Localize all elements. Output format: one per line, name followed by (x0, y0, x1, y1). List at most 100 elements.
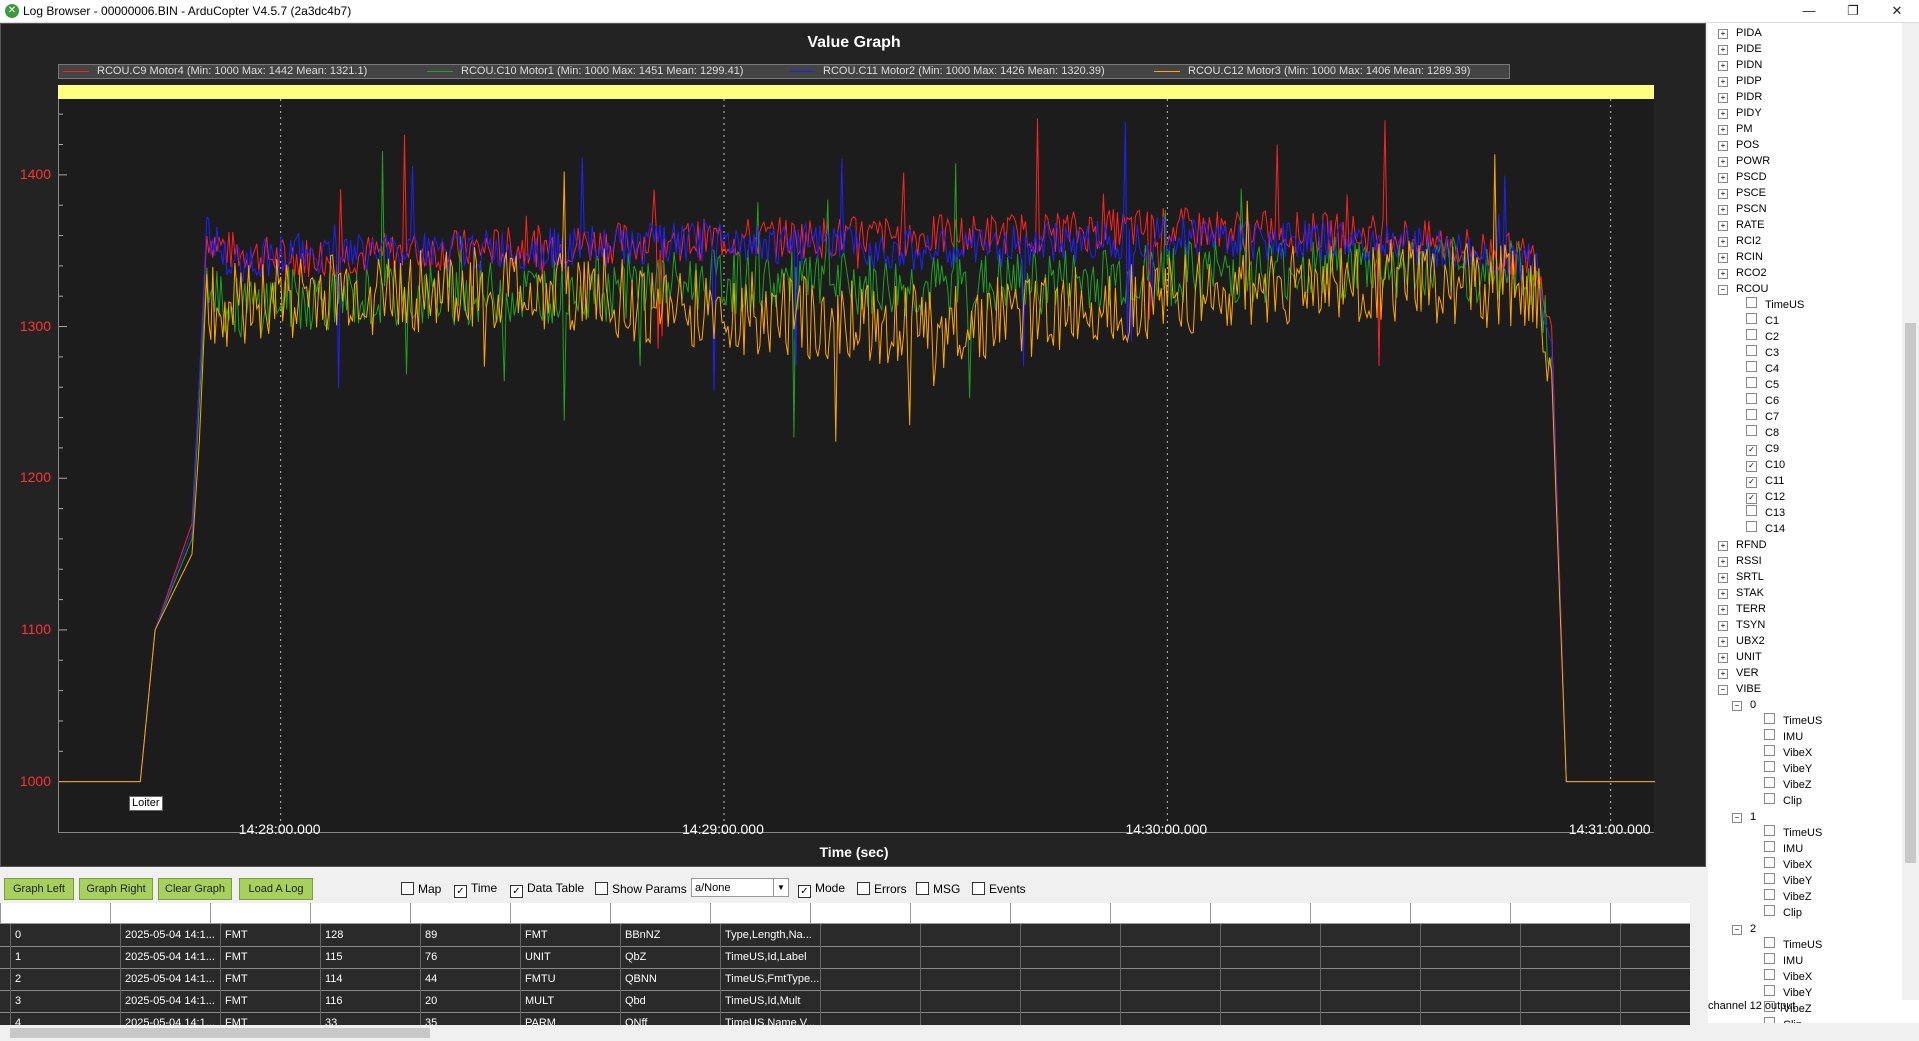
tree-node[interactable]: + PIDE (1718, 41, 1762, 57)
table-row[interactable]: 0 2025-05-04 14:1... FMT 128 89 FMT BBnNZ Type,… (0, 924, 1690, 947)
expand-icon[interactable]: + (1718, 61, 1728, 71)
tree-node[interactable]: + PIDN (1718, 57, 1762, 73)
tree-leaf[interactable]: TimeUS (1764, 713, 1822, 729)
tree-leaf[interactable]: C5 (1746, 377, 1779, 393)
column-header[interactable] (1310, 903, 1411, 923)
column-header[interactable] (110, 903, 211, 923)
tree-leaf[interactable]: ✓ C10 (1746, 457, 1785, 473)
table-horizontal-scrollbar[interactable] (0, 1025, 1706, 1041)
tree-leaf[interactable]: TimeUS (1746, 297, 1804, 313)
tree-node[interactable]: + VER (1718, 665, 1759, 681)
tree-node[interactable]: + RCIN (1718, 249, 1763, 265)
unchecked-box-icon[interactable] (1764, 761, 1775, 772)
unchecked-box-icon[interactable] (1764, 857, 1775, 868)
collapse-icon[interactable]: − (1732, 813, 1742, 823)
unchecked-box-icon[interactable] (1764, 937, 1775, 948)
scroll-thumb[interactable] (10, 1028, 430, 1038)
column-header[interactable] (610, 903, 711, 923)
tree-leaf[interactable]: −2 (1732, 921, 1756, 937)
tree-node[interactable]: + TERR (1718, 601, 1766, 617)
type-select[interactable]: a/None ▼ (691, 878, 789, 897)
checked-box-icon[interactable]: ✓ (1746, 477, 1757, 488)
unchecked-box-icon[interactable] (1746, 361, 1757, 372)
load-log-button[interactable]: Load A Log (239, 878, 313, 900)
tree-leaf[interactable]: VibeX (1764, 745, 1812, 761)
column-header[interactable] (1210, 903, 1311, 923)
expand-icon[interactable]: + (1718, 237, 1728, 247)
collapse-icon[interactable]: − (1718, 285, 1728, 295)
tree-leaf[interactable]: IMU (1764, 729, 1803, 745)
tree-leaf[interactable]: C1 (1746, 313, 1779, 329)
tree-node[interactable]: + PIDY (1718, 105, 1762, 121)
tree-leaf[interactable]: VibeX (1764, 857, 1812, 873)
expand-icon[interactable]: + (1718, 109, 1728, 119)
tree-node[interactable]: + UNIT (1718, 649, 1762, 665)
map-checkbox[interactable]: Map (401, 882, 441, 896)
expand-icon[interactable]: + (1718, 589, 1728, 599)
tree-node[interactable]: + PSCE (1718, 185, 1766, 201)
expand-icon[interactable]: + (1718, 189, 1728, 199)
unchecked-box-icon[interactable] (1764, 953, 1775, 964)
unchecked-box-icon[interactable] (1746, 297, 1757, 308)
tree-node[interactable]: + RFND (1718, 537, 1767, 553)
table-row[interactable]: 1 2025-05-04 14:1... FMT 115 76 UNIT QbZ TimeUS… (0, 946, 1690, 969)
tree-leaf[interactable]: IMU (1764, 841, 1803, 857)
unchecked-box-icon[interactable] (1746, 313, 1757, 324)
graph-right-button[interactable]: Graph Right (79, 878, 153, 900)
tree-leaf[interactable]: − VIBE (1718, 681, 1761, 697)
expand-icon[interactable]: + (1718, 669, 1728, 679)
tree-leaf[interactable]: IMU (1764, 953, 1803, 969)
expand-icon[interactable]: + (1718, 541, 1728, 551)
tree-node[interactable]: + POS (1718, 137, 1759, 153)
collapse-icon[interactable]: − (1732, 925, 1742, 935)
unchecked-box-icon[interactable] (1764, 985, 1775, 996)
expand-icon[interactable]: + (1718, 253, 1728, 263)
errors-checkbox[interactable]: Errors (857, 882, 907, 896)
restore-button[interactable]: ❐ (1831, 0, 1875, 22)
tree-leaf[interactable]: C13 (1746, 505, 1785, 521)
unchecked-box-icon[interactable] (1764, 729, 1775, 740)
expand-icon[interactable]: + (1718, 621, 1728, 631)
unchecked-box-icon[interactable] (1764, 793, 1775, 804)
column-header[interactable] (1010, 903, 1111, 923)
tree-leaf[interactable]: C6 (1746, 393, 1779, 409)
events-checkbox[interactable]: Events (972, 882, 1026, 896)
unchecked-box-icon[interactable] (1764, 873, 1775, 884)
tree-leaf[interactable]: C7 (1746, 409, 1779, 425)
column-header[interactable] (810, 903, 911, 923)
tree-leaf[interactable]: C14 (1746, 521, 1785, 537)
expand-icon[interactable]: + (1718, 77, 1728, 87)
tree-leaf[interactable]: Clip (1764, 905, 1802, 921)
unchecked-box-icon[interactable] (1746, 409, 1757, 420)
unchecked-box-icon[interactable] (1746, 393, 1757, 404)
tree-node[interactable]: + RCO2 (1718, 265, 1767, 281)
column-header[interactable] (310, 903, 411, 923)
expand-icon[interactable]: + (1718, 141, 1728, 151)
unchecked-box-icon[interactable] (1764, 745, 1775, 756)
tree-node[interactable]: + POWR (1718, 153, 1770, 169)
data-table-checkbox[interactable]: ✓ Data Table (510, 882, 584, 898)
unchecked-box-icon[interactable] (1764, 969, 1775, 980)
checked-box-icon[interactable]: ✓ (1746, 445, 1757, 456)
tree-node[interactable]: + RATE (1718, 217, 1765, 233)
tree-leaf[interactable]: TimeUS (1764, 937, 1822, 953)
column-header[interactable] (710, 903, 811, 923)
time-checkbox[interactable]: ✓ Time (454, 882, 497, 898)
tree-node[interactable]: + SRTL (1718, 569, 1764, 585)
tree-node[interactable]: + PM (1718, 121, 1753, 137)
tree-leaf[interactable]: Clip (1764, 793, 1802, 809)
collapse-icon[interactable]: − (1732, 701, 1742, 711)
tree-node[interactable]: + RSSI (1718, 553, 1762, 569)
tree-leaf[interactable]: VibeZ (1764, 777, 1812, 793)
unchecked-box-icon[interactable] (1746, 521, 1757, 532)
expand-icon[interactable]: + (1718, 269, 1728, 279)
unchecked-box-icon[interactable] (1764, 889, 1775, 900)
unchecked-box-icon[interactable] (1764, 825, 1775, 836)
unchecked-box-icon[interactable] (1764, 713, 1775, 724)
collapse-icon[interactable]: − (1718, 685, 1728, 695)
graph-left-button[interactable]: Graph Left (4, 878, 74, 900)
unchecked-box-icon[interactable] (1764, 777, 1775, 788)
column-header[interactable] (510, 903, 611, 923)
tree-leaf[interactable]: C2 (1746, 329, 1779, 345)
tree-leaf[interactable]: C4 (1746, 361, 1779, 377)
